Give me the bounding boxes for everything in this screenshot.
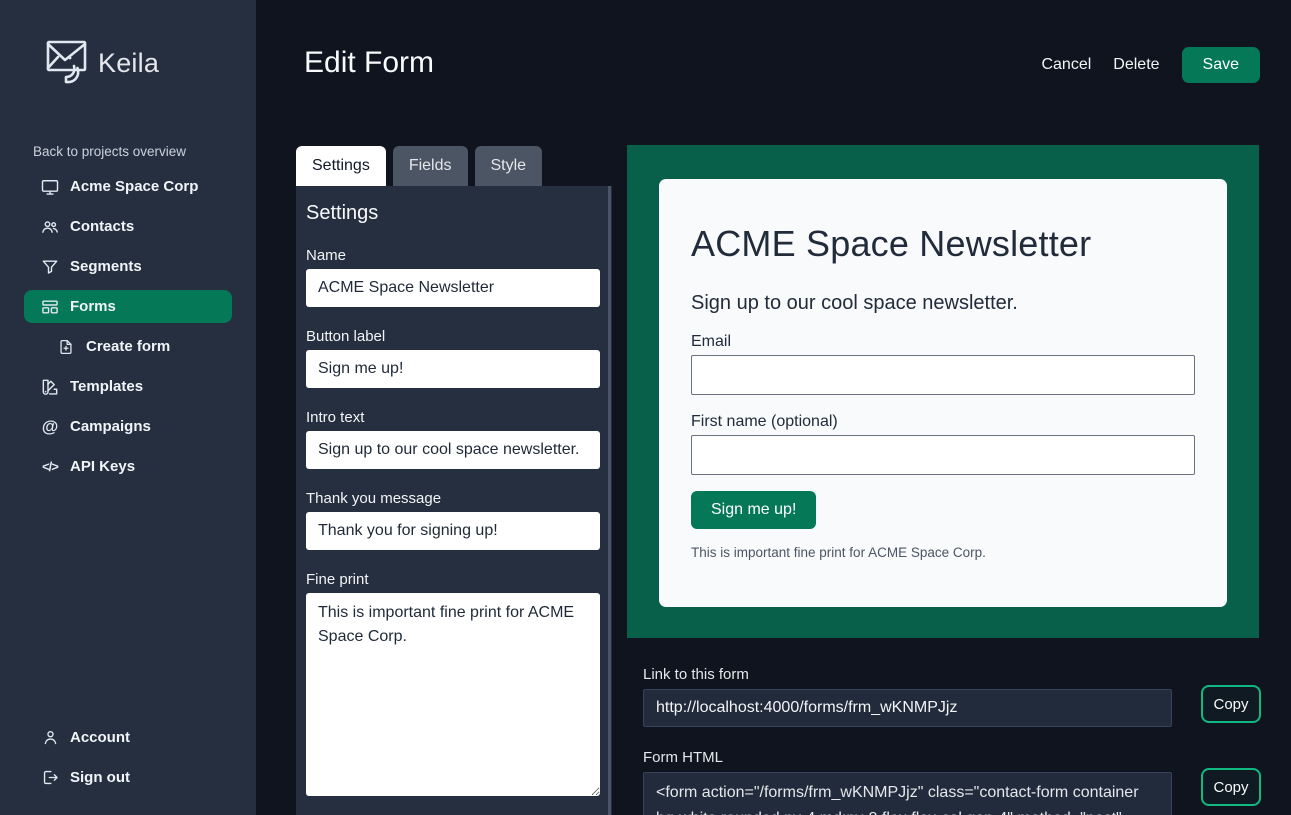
sidebar-item-label: Campaigns bbox=[70, 418, 151, 435]
delete-button[interactable]: Delete bbox=[1113, 56, 1159, 74]
cancel-button[interactable]: Cancel bbox=[1041, 56, 1091, 74]
preview-first-name-label: First name (optional) bbox=[691, 413, 1195, 431]
preview-form-title: ACME Space Newsletter bbox=[691, 223, 1195, 265]
sidebar-item-label: API Keys bbox=[70, 458, 135, 475]
sidebar-item-api-keys[interactable]: </> API Keys bbox=[24, 450, 232, 483]
intro-text-field-group: Intro text bbox=[306, 409, 600, 469]
preview-email-input[interactable] bbox=[691, 355, 1195, 395]
sidebar-item-sign-out[interactable]: Sign out bbox=[24, 761, 232, 794]
thank-you-input[interactable] bbox=[306, 512, 600, 550]
user-icon bbox=[40, 728, 60, 747]
user-group-icon bbox=[40, 217, 60, 237]
header-actions: Cancel Delete Save bbox=[1041, 46, 1260, 83]
sign-out-icon bbox=[40, 768, 60, 787]
form-preview-panel: ACME Space Newsletter Sign up to our coo… bbox=[627, 145, 1259, 638]
sidebar-item-campaigns[interactable]: @ Campaigns bbox=[24, 410, 232, 443]
tab-style[interactable]: Style bbox=[475, 146, 543, 186]
app-window: Keila Back to projects overview Acme Spa… bbox=[0, 0, 1291, 815]
copy-html-button[interactable]: Copy bbox=[1201, 768, 1261, 806]
copy-link-button[interactable]: Copy bbox=[1201, 685, 1261, 723]
brand-name: Keila bbox=[98, 48, 159, 79]
save-button[interactable]: Save bbox=[1182, 47, 1260, 83]
forms-icon bbox=[40, 297, 60, 317]
sidebar-footer-nav: Account Sign out bbox=[24, 721, 232, 801]
form-link-row: Link to this form Copy bbox=[643, 666, 1261, 727]
sidebar-item-label: Acme Space Corp bbox=[70, 178, 198, 195]
name-field-group: Name bbox=[306, 247, 600, 307]
sidebar-item-label: Create form bbox=[86, 338, 170, 355]
button-label-field-label: Button label bbox=[306, 328, 600, 345]
name-input[interactable] bbox=[306, 269, 600, 307]
sidebar-item-label: Account bbox=[70, 729, 130, 746]
form-editor-tabs: Settings Fields Style bbox=[296, 146, 542, 186]
preview-first-name-input[interactable] bbox=[691, 435, 1195, 475]
sidebar-item-label: Sign out bbox=[70, 769, 130, 786]
button-label-field-group: Button label bbox=[306, 328, 600, 388]
fine-print-textarea[interactable]: This is important fine print for ACME Sp… bbox=[306, 593, 600, 796]
sidebar-item-templates[interactable]: Templates bbox=[24, 370, 232, 403]
page-title: Edit Form bbox=[304, 46, 434, 80]
code-icon: </> bbox=[40, 459, 60, 474]
sidebar-item-label: Contacts bbox=[70, 218, 134, 235]
thank-you-field-group: Thank you message bbox=[306, 490, 600, 550]
settings-panel-heading: Settings bbox=[306, 202, 600, 225]
preview-email-label: Email bbox=[691, 333, 1195, 351]
sidebar: Keila Back to projects overview Acme Spa… bbox=[0, 0, 256, 815]
preview-intro-text: Sign up to our cool space newsletter. bbox=[691, 292, 1195, 315]
tab-fields[interactable]: Fields bbox=[393, 146, 468, 186]
sidebar-item-label: Segments bbox=[70, 258, 142, 275]
share-section: Link to this form Copy Form HTML <form a… bbox=[643, 666, 1261, 815]
sidebar-item-segments[interactable]: Segments bbox=[24, 250, 232, 283]
sidebar-item-forms[interactable]: Forms bbox=[24, 290, 232, 323]
sidebar-item-create-form[interactable]: Create form bbox=[24, 330, 232, 363]
intro-text-field-label: Intro text bbox=[306, 409, 600, 426]
sidebar-item-label: Templates bbox=[70, 378, 143, 395]
settings-panel-scrollbar[interactable] bbox=[608, 186, 611, 815]
form-preview-card: ACME Space Newsletter Sign up to our coo… bbox=[659, 179, 1227, 607]
button-label-input[interactable] bbox=[306, 350, 600, 388]
form-link-input[interactable] bbox=[643, 689, 1172, 727]
form-html-textarea[interactable]: <form action="/forms/frm_wKNMPJjz" class… bbox=[643, 772, 1172, 815]
form-html-row: Form HTML <form action="/forms/frm_wKNMP… bbox=[643, 749, 1261, 815]
form-html-label: Form HTML bbox=[643, 749, 1261, 766]
brand-logo[interactable]: Keila bbox=[45, 36, 159, 91]
document-plus-icon bbox=[56, 338, 76, 356]
swatch-icon bbox=[40, 377, 60, 397]
sidebar-item-project[interactable]: Acme Space Corp bbox=[24, 170, 232, 203]
funnel-icon bbox=[40, 257, 60, 277]
sidebar-item-account[interactable]: Account bbox=[24, 721, 232, 754]
back-to-projects-link[interactable]: Back to projects overview bbox=[33, 144, 186, 159]
keila-envelope-logo-icon bbox=[45, 36, 91, 91]
settings-panel: Settings Name Button label Intro text Th… bbox=[296, 186, 612, 815]
sidebar-item-label: Forms bbox=[70, 298, 116, 315]
sidebar-item-contacts[interactable]: Contacts bbox=[24, 210, 232, 243]
preview-fine-print: This is important fine print for ACME Sp… bbox=[691, 545, 1195, 560]
preview-submit-button[interactable]: Sign me up! bbox=[691, 491, 816, 529]
at-icon: @ bbox=[40, 417, 60, 437]
intro-text-input[interactable] bbox=[306, 431, 600, 469]
fine-print-field-group: Fine print This is important fine print … bbox=[306, 571, 600, 801]
form-link-label: Link to this form bbox=[643, 666, 1261, 683]
tab-settings[interactable]: Settings bbox=[296, 146, 386, 186]
sidebar-nav: Acme Space Corp Contacts Segments Forms bbox=[24, 170, 232, 490]
name-field-label: Name bbox=[306, 247, 600, 264]
thank-you-field-label: Thank you message bbox=[306, 490, 600, 507]
monitor-icon bbox=[40, 177, 60, 197]
fine-print-field-label: Fine print bbox=[306, 571, 600, 588]
